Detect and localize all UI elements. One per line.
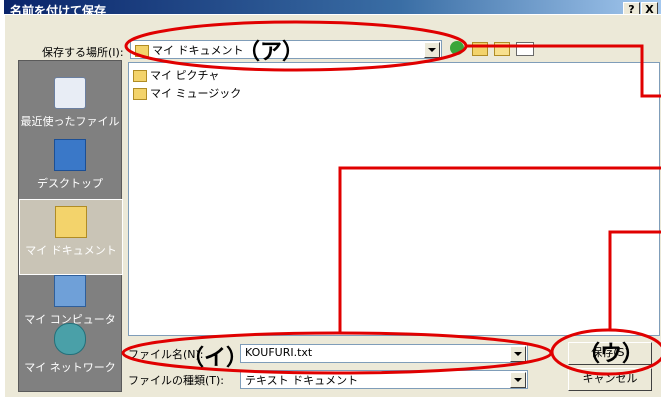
filename-input[interactable]: KOUFURI.txt: [240, 344, 528, 363]
place-desktop-label: デスクトップ: [37, 177, 103, 190]
file-name: マイ ミュージック: [150, 87, 242, 100]
recent-icon: [54, 77, 86, 109]
back-icon[interactable]: [450, 41, 464, 55]
save-in-text: マイ ドキュメント: [152, 44, 244, 57]
save-in-label: 保存する場所(I):: [42, 46, 124, 59]
filename-value: KOUFURI.txt: [245, 346, 313, 359]
my-network-icon: [54, 323, 86, 355]
my-documents-icon: [55, 206, 87, 238]
new-folder-icon[interactable]: [494, 42, 510, 56]
place-recent-label: 最近使ったファイル: [20, 115, 120, 128]
annotation-label-u: （ウ）: [578, 342, 645, 367]
place-desktop[interactable]: デスクトップ: [19, 133, 121, 207]
place-my-documents[interactable]: マイ ドキュメント: [19, 199, 123, 275]
chevron-down-icon[interactable]: [510, 346, 526, 362]
my-computer-icon: [54, 275, 86, 307]
up-folder-icon[interactable]: [472, 42, 488, 56]
annotation-label-i: （イ）: [182, 346, 249, 371]
save-in-value: マイ ドキュメント: [135, 42, 244, 58]
folder-icon: [133, 88, 147, 100]
file-list[interactable]: マイ ピクチャ マイ ミュージック: [128, 62, 660, 336]
nav-toolbar: [450, 40, 550, 58]
file-name: マイ ピクチャ: [150, 69, 220, 82]
folder-icon: [133, 70, 147, 82]
places-bar: 最近使ったファイル デスクトップ マイ ドキュメント マイ コンピュータ マイ …: [18, 60, 123, 392]
filetype-label: ファイルの種類(T):: [128, 374, 225, 387]
my-documents-icon: [135, 45, 149, 57]
annotation-label-a: （ア）: [238, 40, 305, 65]
place-my-network[interactable]: マイ ネットワーク: [19, 317, 121, 391]
place-my-documents-label: マイ ドキュメント: [25, 244, 117, 257]
list-item[interactable]: マイ ミュージック: [133, 85, 241, 101]
cancel-button[interactable]: キャンセル: [568, 368, 652, 391]
chevron-down-icon[interactable]: [510, 372, 526, 388]
desktop-icon: [54, 139, 86, 171]
place-my-network-label: マイ ネットワーク: [24, 361, 116, 374]
filetype-select[interactable]: テキスト ドキュメント: [240, 370, 528, 389]
filetype-value: テキスト ドキュメント: [245, 374, 359, 387]
chevron-down-icon[interactable]: [424, 42, 440, 58]
view-menu-icon[interactable]: [516, 42, 534, 56]
list-item[interactable]: マイ ピクチャ: [133, 67, 219, 83]
